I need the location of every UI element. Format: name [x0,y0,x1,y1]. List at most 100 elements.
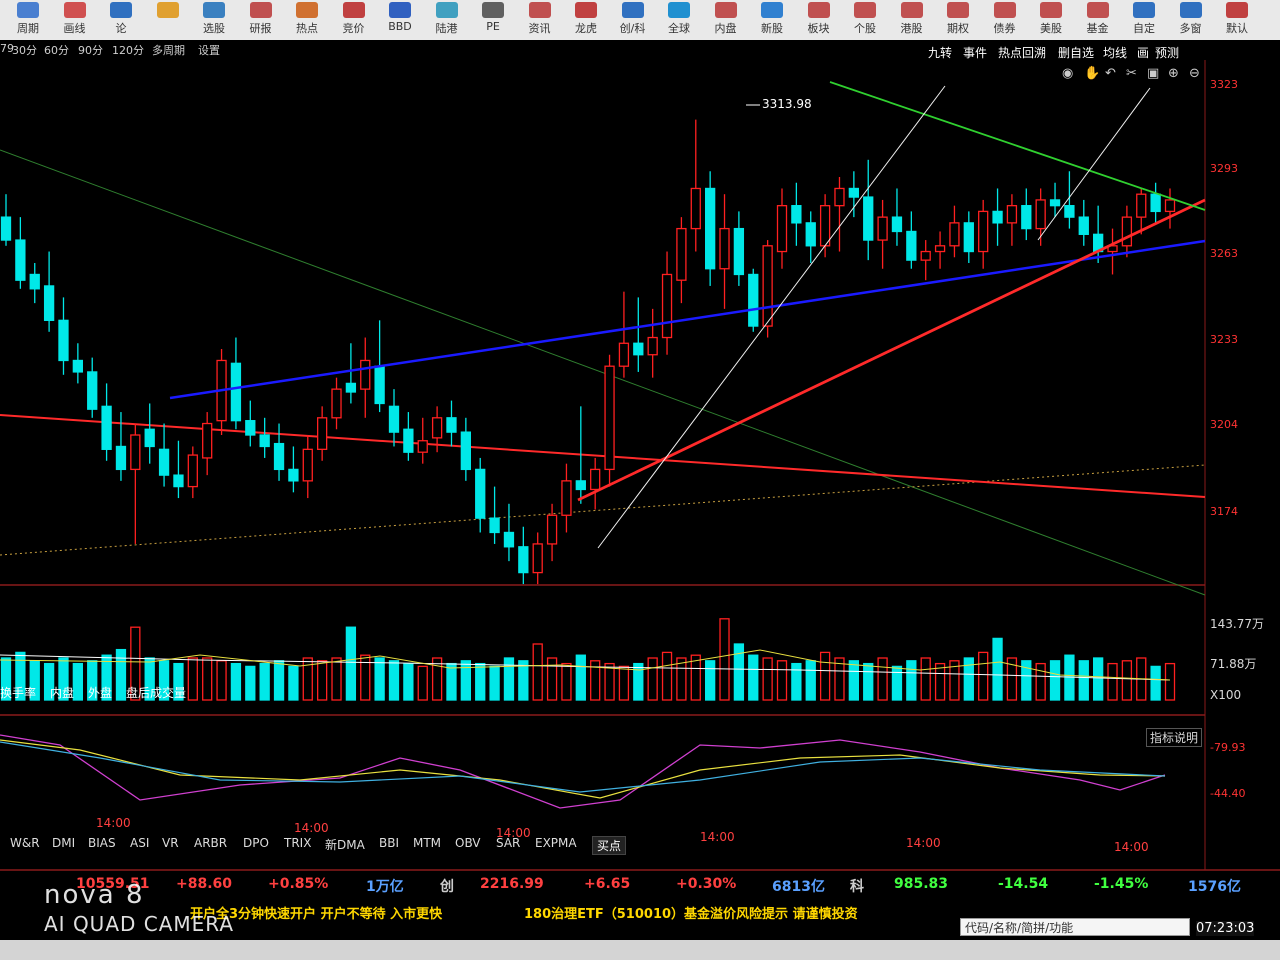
chart-tool-4[interactable]: 均线 [1103,44,1127,61]
indicator-tab-9[interactable]: BBI [379,836,399,850]
indicator-tab-11[interactable]: OBV [455,836,481,850]
period-tab-5[interactable]: 多周期 [152,42,185,58]
indicator-tab-7[interactable]: TRIX [284,836,311,850]
ticker-right[interactable]: 180治理ETF（510010）基金溢价风险提示 请谨慎投资 [524,903,858,922]
toolbar-item-20[interactable]: 期权 [938,2,978,38]
toolbar-item-3[interactable] [148,2,188,38]
candle-body [920,250,931,261]
chart-tool-3[interactable]: 删自选 [1058,44,1094,61]
toolbar-label: 选股 [203,22,225,35]
chart-tool-0[interactable]: 九转 [928,44,952,61]
indicator-tab-10[interactable]: MTM [413,836,441,850]
indicator-help-button[interactable]: 指标说明 [1146,728,1203,747]
period-tab-2[interactable]: 60分 [44,42,69,58]
toolbar-item-14[interactable]: 全球 [659,2,699,38]
price-axis-label: 3323 [1210,78,1238,91]
toolbar-label: 画线 [63,22,86,35]
toolbar-icon-19 [900,2,923,18]
indicator-tab-3[interactable]: ASI [130,836,149,850]
volume-tab-2[interactable]: 外盘 [88,684,112,701]
period-tab-1[interactable]: 30分 [12,42,37,58]
candle-body [288,468,299,482]
search-input[interactable]: 代码/名称/简拼/功能 [960,918,1190,936]
volume-bar [604,662,615,701]
chart-tool-2[interactable]: 热点回溯 [998,44,1046,61]
candle-body [733,227,745,276]
toolbar-item-0[interactable]: 周期 [8,2,48,38]
candle-body [704,187,716,270]
candle-body [130,434,141,471]
toolbar-item-17[interactable]: 板块 [799,2,839,38]
chart-tool-5[interactable]: 画 [1137,44,1149,61]
toolbar-item-15[interactable]: 内盘 [706,2,746,38]
indicator-tab-4[interactable]: VR [162,836,179,850]
indicator-tab-13[interactable]: EXPMA [535,836,577,850]
toolbar-icon-14 [668,2,690,18]
period-tab-4[interactable]: 120分 [112,42,144,58]
volume-bar [978,651,989,701]
toolbar-label: 周期 [17,22,39,35]
toolbar-item-26[interactable]: 默认 [1217,2,1257,38]
kline-chart[interactable] [0,60,1280,880]
volume-bar [417,665,428,701]
toolbar-item-21[interactable]: 债券 [985,2,1025,38]
toolbar-item-19[interactable]: 港股 [892,2,932,38]
toolbar-icon-11 [528,2,551,18]
toolbar-item-6[interactable]: 热点 [287,2,327,38]
candle-body [374,365,385,405]
indicator-tab-1[interactable]: DMI [52,836,75,850]
toolbar-item-24[interactable]: 自定 [1124,2,1164,38]
chart-tool-1[interactable]: 事件 [963,44,987,61]
toolbar-item-16[interactable]: 新股 [752,2,792,38]
toolbar-item-1[interactable]: 画线 [55,2,95,38]
period-tab-3[interactable]: 90分 [78,42,103,58]
indicator-tab-6[interactable]: DPO [243,836,269,850]
chart-tool-6[interactable]: 预测 [1155,44,1179,61]
candle-body [848,187,860,198]
toolbar-item-4[interactable]: 选股 [194,2,234,38]
toolbar-item-12[interactable]: 龙虎 [566,2,606,38]
volume-bar [403,662,414,701]
volume-tab-3[interactable]: 盘后成交量 [126,684,186,701]
candle-body [489,517,500,534]
toolbar-item-25[interactable]: 多窗 [1171,2,1211,38]
candle-body [518,546,529,574]
toolbar-item-11[interactable]: 资讯 [520,2,560,38]
time-axis-label: 14:00 [906,836,941,850]
candle-body [618,342,630,367]
toolbar-item-5[interactable]: 研报 [241,2,281,38]
indicator-tab-2[interactable]: BIAS [88,836,116,850]
candle-body [331,388,342,419]
toolbar-item-18[interactable]: 个股 [845,2,885,38]
volume-bar [202,657,213,701]
candle-body [446,417,457,433]
toolbar-icon-24 [1133,2,1155,18]
volume-bar [288,665,299,701]
indicator-tab-0[interactable]: W&R [10,836,40,850]
indicator-tab-14[interactable]: 买点 [592,836,627,855]
volume-axis-label: 71.88万 [1210,657,1257,671]
quote-value-10: 985.83 [894,876,949,892]
toolbar-item-2[interactable]: 论 [101,2,141,38]
toolbar-item-22[interactable]: 美股 [1031,2,1071,38]
toolbar-item-7[interactable]: 竞价 [334,2,374,38]
volume-tab-0[interactable]: 换手率 [0,684,36,701]
volume-bar [561,662,572,701]
toolbar-item-9[interactable]: 陆港 [427,2,467,38]
candle-body [633,342,644,356]
main-toolbar: 周期 画线 论 选股 研报 热点 竞价 BBD 陆港 PE 资讯 龙虎 创/科 全球 内盘 新股 板块 个股 港股 期… [0,0,1280,41]
volume-tab-1[interactable]: 内盘 [50,684,74,701]
toolbar-item-13[interactable]: 创/科 [613,2,653,38]
indicator-tab-8[interactable]: 新DMA [325,836,365,853]
period-tab-6[interactable]: 设置 [198,42,220,58]
volume-bar [115,648,127,701]
indicator-tab-5[interactable]: ARBR [194,836,227,850]
time-axis-label: 14:00 [700,830,735,844]
volume-bar [1107,662,1118,701]
toolbar-item-23[interactable]: 基金 [1078,2,1118,38]
toolbar-label: 论 [115,22,127,35]
volume-bar [546,657,558,701]
volume-bar [633,662,644,701]
toolbar-item-8[interactable]: BBD [380,2,420,38]
toolbar-item-10[interactable]: PE [473,2,513,38]
